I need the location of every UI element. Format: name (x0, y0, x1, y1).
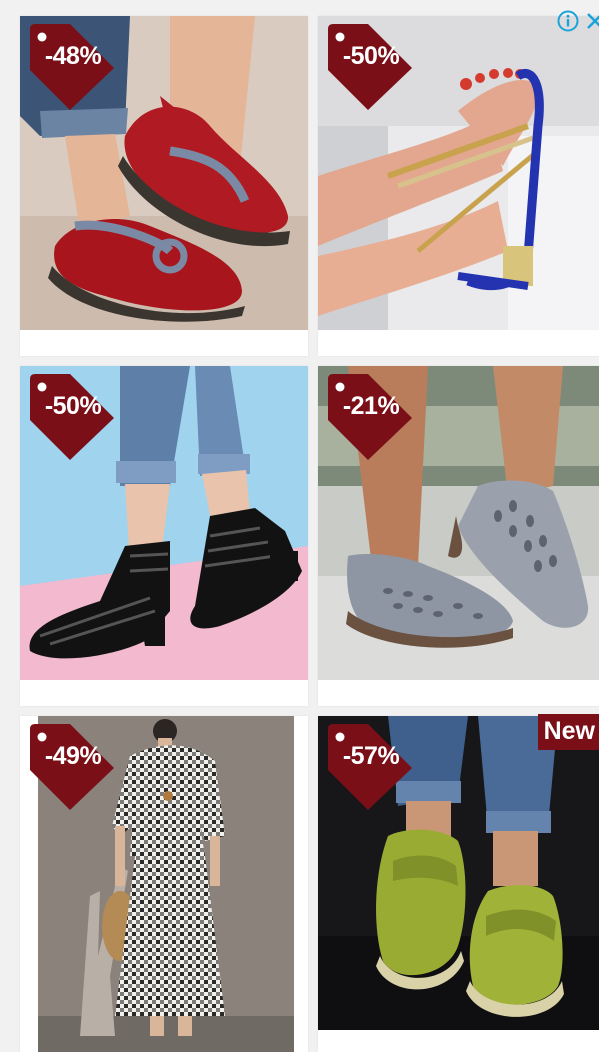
info-icon[interactable] (555, 8, 581, 34)
product-card[interactable]: -57% (318, 716, 599, 1052)
discount-tag: -57% (328, 724, 418, 810)
discount-tag: -50% (30, 374, 120, 460)
ad-controls (555, 8, 599, 34)
ad-container: -48% -50% -50% -21% -49% -57% New (0, 0, 599, 1052)
product-card[interactable]: -48% (20, 16, 308, 356)
discount-label: -50% (342, 42, 400, 70)
product-card[interactable]: -50% (20, 366, 308, 706)
discount-label: -57% (342, 742, 400, 770)
discount-label: -49% (44, 742, 102, 770)
product-card[interactable]: -50% (318, 16, 599, 356)
discount-tag: -21% (328, 374, 418, 460)
product-card[interactable]: -49% (20, 716, 308, 1052)
discount-tag: -49% (30, 724, 120, 810)
discount-label: -50% (44, 392, 102, 420)
product-card[interactable]: -21% (318, 366, 599, 706)
discount-label: -48% (44, 42, 102, 70)
discount-tag: -48% (30, 24, 120, 110)
close-icon[interactable] (585, 8, 599, 34)
discount-tag: -50% (328, 24, 418, 110)
discount-label: -21% (342, 392, 400, 420)
new-badge: New (537, 714, 599, 750)
